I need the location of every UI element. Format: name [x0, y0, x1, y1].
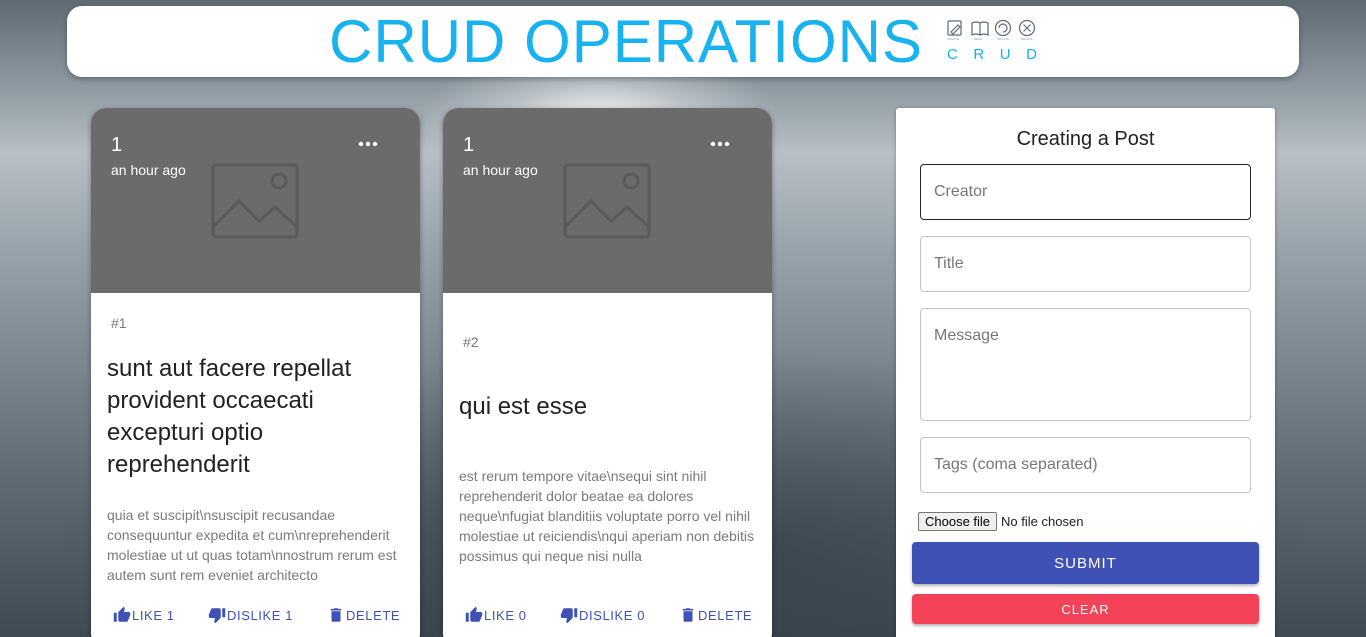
more-icon[interactable]: [358, 138, 378, 150]
thumb-down-icon: [560, 608, 578, 624]
more-icon[interactable]: [710, 138, 730, 150]
trash-icon: [330, 608, 342, 622]
post-tags: #1: [111, 315, 127, 331]
post-media: 1 an hour ago: [443, 108, 772, 293]
image-placeholder-icon: [211, 163, 299, 239]
post-card: 1 an hour ago #2 qui est esse est rerum …: [443, 108, 772, 637]
thumb-up-icon: [113, 606, 131, 622]
svg-text:CREATE: CREATE: [947, 37, 959, 41]
clear-button[interactable]: CLEAR: [912, 594, 1259, 624]
post-card: 1 an hour ago #1 sunt aut facere repella…: [91, 108, 420, 637]
svg-text:DELETE: DELETE: [1021, 37, 1033, 41]
logo-letter-r: R: [973, 45, 985, 63]
form-title: Creating a Post: [1016, 128, 1155, 150]
post-media: 1 an hour ago: [91, 108, 420, 293]
delete-button[interactable]: DELETE: [679, 606, 752, 624]
create-post-form: Creating a Post Choose file No file chos…: [896, 108, 1275, 637]
creator-input[interactable]: [920, 164, 1251, 220]
image-placeholder-icon: [563, 163, 651, 239]
post-title: qui est esse: [459, 393, 588, 420]
dislike-button[interactable]: DISLIKE 0: [560, 606, 645, 624]
title-input[interactable]: [920, 236, 1251, 292]
post-actions: LIKE 1 DISLIKE 1 DELETE: [91, 606, 420, 626]
message-input[interactable]: [920, 308, 1251, 421]
crud-logo: CREATE READ UPDATE DELETE C R U D: [945, 19, 1037, 65]
post-title: sunt aut facere repellat provident occae…: [107, 355, 352, 478]
trash-icon: [682, 608, 694, 622]
app-header: CRUD OPERATIONS CREATE READ UPDATE DELETE C…: [67, 6, 1299, 77]
dislike-label: DISLIKE 1: [227, 607, 294, 623]
choose-file-button[interactable]: Choose file: [918, 512, 998, 531]
crud-logo-icons: CREATE READ UPDATE DELETE: [947, 19, 1036, 41]
logo-letter-u: U: [999, 45, 1011, 63]
post-creator: 1: [463, 134, 475, 156]
file-status: No file chosen: [1001, 514, 1084, 529]
submit-button[interactable]: SUBMIT: [912, 542, 1259, 584]
logo-letter-d: D: [1026, 45, 1037, 63]
crud-logo-letters: C R U D: [947, 46, 1037, 63]
page-title: CRUD OPERATIONS: [329, 8, 923, 75]
thumb-down-icon: [208, 608, 226, 624]
file-picker: Choose file No file chosen: [918, 512, 1083, 531]
dislike-button[interactable]: DISLIKE 1: [208, 606, 293, 624]
delete-label: DELETE: [346, 607, 401, 623]
dislike-label: DISLIKE 0: [579, 607, 646, 623]
svg-text:UPDATE: UPDATE: [997, 37, 1009, 41]
like-label: LIKE 0: [484, 607, 527, 623]
logo-letter-c: C: [946, 45, 958, 63]
book-icon: [971, 20, 989, 36]
refresh-icon: [994, 19, 1012, 36]
post-message: quia et suscipit\nsuscipit recusandae co…: [107, 507, 397, 583]
delete-label: DELETE: [698, 607, 753, 623]
tags-input[interactable]: [920, 437, 1251, 493]
like-button[interactable]: LIKE 1: [113, 606, 175, 624]
delete-button[interactable]: DELETE: [327, 606, 400, 624]
svg-text:READ: READ: [974, 37, 983, 41]
post-creator: 1: [111, 134, 123, 156]
post-message: est rerum tempore vitae\nsequi sint nihi…: [459, 468, 754, 564]
like-label: LIKE 1: [132, 607, 175, 623]
post-actions: LIKE 0 DISLIKE 0 DELETE: [443, 606, 772, 626]
post-time: an hour ago: [111, 162, 186, 178]
like-button[interactable]: LIKE 0: [465, 606, 527, 624]
post-tags: #2: [463, 334, 479, 350]
thumb-up-icon: [465, 606, 483, 622]
post-time: an hour ago: [463, 162, 538, 178]
